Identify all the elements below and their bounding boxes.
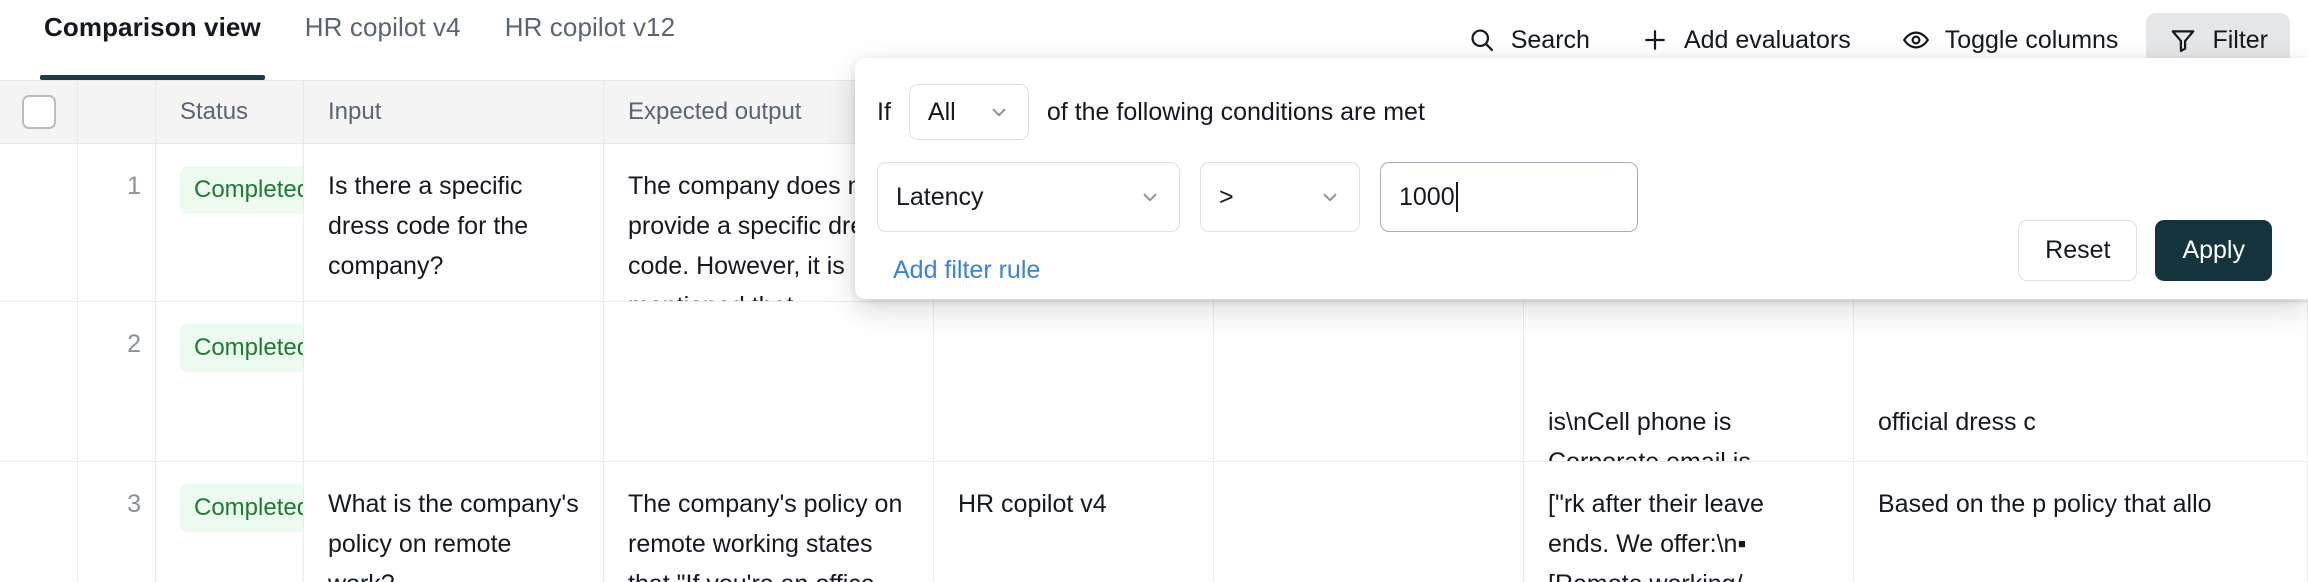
filter-match-row: If All of the following conditions are m…: [877, 84, 2272, 140]
if-label: If: [877, 97, 891, 126]
status-badge: Completed: [180, 484, 303, 532]
filter-field-value: Latency: [896, 182, 984, 211]
status-badge: Completed: [180, 166, 303, 214]
filter-panel: If All of the following conditions are m…: [855, 58, 2308, 299]
apply-button[interactable]: Apply: [2155, 220, 2272, 281]
filter-value-text: 1000: [1399, 182, 1455, 211]
row-select-cell[interactable]: [0, 462, 78, 582]
status-header[interactable]: Status: [156, 81, 304, 143]
tab-bar: Comparison view HR copilot v4 HR copilot…: [0, 0, 697, 80]
row-input-cell: What is the company's policy on remote w…: [304, 462, 604, 582]
row-status-cell: Completed: [156, 462, 304, 582]
row-last-cell: Based on the p policy that allo: [1854, 462, 2308, 582]
tab-comparison-view[interactable]: Comparison view: [22, 0, 283, 80]
funnel-icon: [2168, 25, 2198, 55]
row-status-cell: Completed: [156, 302, 304, 461]
tab-hr-copilot-v4[interactable]: HR copilot v4: [283, 0, 483, 80]
eye-icon: [1901, 25, 1931, 55]
row-expected-output-cell: [604, 302, 934, 461]
row-name-cell: HR copilot v4: [934, 462, 1214, 582]
filter-panel-footer: Reset Apply: [2018, 220, 2272, 281]
row-last-cell: official dress c: [1854, 302, 2308, 461]
row-expected-output-cell: The company's policy on remote working s…: [604, 462, 934, 582]
tab-label: HR copilot v4: [304, 11, 461, 42]
tab-hr-copilot-v12[interactable]: HR copilot v12: [483, 0, 697, 80]
row-index: 2: [78, 302, 156, 461]
status-badge: Completed: [180, 324, 303, 372]
filter-value-input[interactable]: 1000: [1380, 162, 1638, 232]
add-filter-rule-link[interactable]: Add filter rule: [893, 256, 1040, 285]
search-icon: [1467, 25, 1497, 55]
text-cursor: [1455, 182, 1458, 212]
tab-label: Comparison view: [44, 11, 261, 42]
row-input-cell: [304, 302, 604, 461]
add-evaluators-label: Add evaluators: [1683, 25, 1851, 54]
index-header: [78, 81, 156, 143]
select-all-checkbox[interactable]: [21, 95, 56, 129]
table-row[interactable]: 3 Completed What is the company's policy…: [0, 462, 2308, 582]
select-all-header: [0, 81, 78, 143]
row-input-cell: Is there a specific dress code for the c…: [304, 144, 604, 301]
row-select-cell[interactable]: [0, 144, 78, 301]
toggle-columns-label: Toggle columns: [1944, 25, 2119, 54]
conditions-label: of the following conditions are met: [1046, 97, 1425, 126]
row-output2-cell: is\nCell phone is Corporate email is...: [1524, 302, 1854, 461]
row-index: 3: [78, 462, 156, 582]
chevron-down-icon: [1139, 186, 1161, 208]
row-output2-cell: ["rk after their leave ends. We offer:\n…: [1524, 462, 1854, 582]
filter-label: Filter: [2212, 25, 2268, 54]
filter-operator-select[interactable]: >: [1200, 162, 1360, 232]
table-row[interactable]: 2 Completed is\nCell phone is Corporate …: [0, 302, 2308, 462]
row-output-cell: [1214, 462, 1524, 582]
search-label: Search: [1510, 25, 1590, 54]
row-index: 1: [78, 144, 156, 301]
row-name-cell: [934, 302, 1214, 461]
match-type-select[interactable]: All: [908, 84, 1029, 140]
row-select-cell[interactable]: [0, 302, 78, 461]
input-header[interactable]: Input: [304, 81, 604, 143]
reset-button[interactable]: Reset: [2018, 220, 2138, 281]
row-status-cell: Completed: [156, 144, 304, 301]
filter-field-select[interactable]: Latency: [877, 162, 1180, 232]
app-root: Comparison view HR copilot v4 HR copilot…: [0, 0, 2308, 582]
row-output-cell: [1214, 302, 1524, 461]
tab-label: HR copilot v12: [504, 11, 676, 42]
match-type-value: All: [927, 97, 956, 126]
filter-operator-value: >: [1219, 182, 1234, 211]
chevron-down-icon: [988, 101, 1010, 123]
chevron-down-icon: [1319, 186, 1341, 208]
plus-icon: [1640, 25, 1670, 55]
